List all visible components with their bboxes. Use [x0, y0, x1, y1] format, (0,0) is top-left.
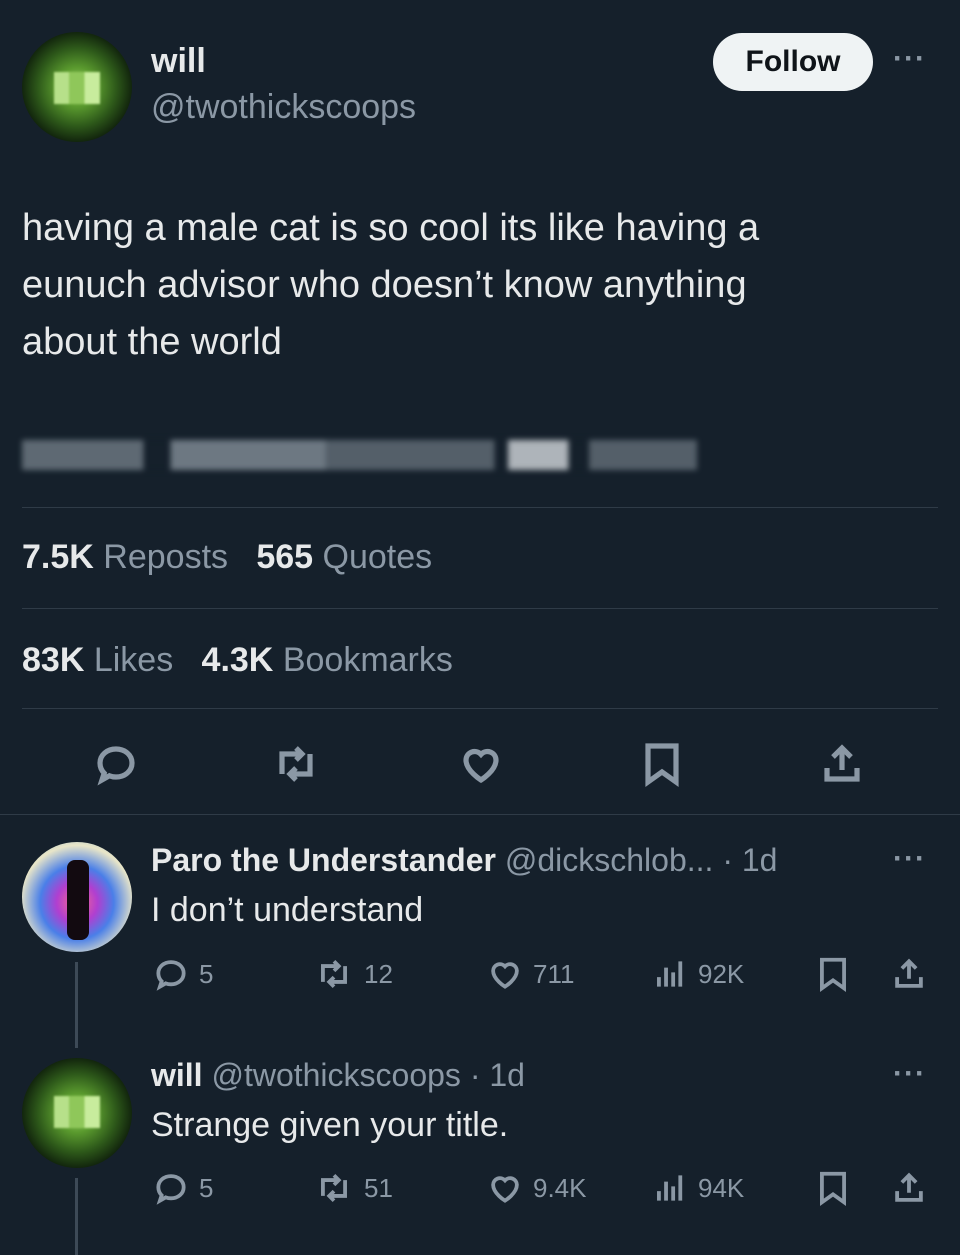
likes-label[interactable]: Likes — [94, 641, 173, 679]
reply-header: Paro the Understander @dickschlob... · 1… — [151, 842, 777, 879]
bookmarks-count[interactable]: 4.3K — [202, 641, 274, 679]
repost-icon[interactable] — [270, 740, 322, 793]
view-count: 94K — [698, 1172, 745, 1203]
author-handle[interactable]: @twothickscoops — [151, 88, 416, 127]
reply-like-button[interactable]: 9.4K — [485, 1169, 587, 1207]
repost-count: 12 — [364, 958, 393, 989]
reply-author-handle[interactable]: @dickschlob... — [505, 842, 714, 878]
share-icon — [895, 958, 923, 988]
stats-row-likes: 83K Likes 4.3K Bookmarks — [22, 641, 453, 680]
reply-icon — [156, 1174, 186, 1205]
reply-author-handle[interactable]: @twothickscoops — [211, 1057, 460, 1093]
divider — [22, 608, 938, 609]
like-icon — [491, 1176, 519, 1203]
quotes-label[interactable]: Quotes — [323, 538, 433, 576]
stats-row-reposts: 7.5K Reposts 565 Quotes — [22, 538, 432, 577]
like-count: 711 — [533, 958, 575, 989]
reply-reply-button[interactable]: 5 — [151, 1169, 213, 1207]
reposts-count[interactable]: 7.5K — [22, 538, 94, 576]
reply-avatar[interactable] — [22, 1058, 132, 1168]
thread-line — [75, 1178, 78, 1255]
follow-button[interactable]: Follow — [713, 33, 873, 91]
reply-views-button[interactable]: 94K — [650, 1169, 744, 1207]
views-icon — [657, 961, 683, 987]
repost-count: 51 — [364, 1172, 393, 1203]
divider — [22, 708, 938, 709]
share-icon — [895, 1172, 923, 1202]
author-avatar[interactable] — [22, 32, 132, 142]
blurred-timestamp — [22, 440, 697, 470]
reply-icon — [156, 960, 186, 991]
reply-repost-button[interactable]: 12 — [312, 955, 393, 993]
reply-timestamp[interactable]: · 1d — [470, 1057, 525, 1093]
author-name[interactable]: will — [151, 42, 206, 81]
reply-avatar[interactable] — [22, 842, 132, 952]
repost-icon — [321, 1173, 347, 1203]
reply-count: 5 — [199, 1172, 214, 1203]
like-count: 9.4K — [533, 1172, 587, 1203]
likes-count[interactable]: 83K — [22, 641, 84, 679]
reposts-label[interactable]: Reposts — [103, 538, 228, 576]
divider — [22, 507, 938, 508]
more-options-icon[interactable]: ··· — [893, 1057, 926, 1091]
thread-line — [75, 962, 78, 1048]
like-icon[interactable] — [456, 740, 506, 793]
reply-count: 5 — [199, 958, 214, 989]
like-icon — [491, 962, 519, 989]
share-icon[interactable] — [818, 740, 866, 793]
quotes-count[interactable]: 565 — [256, 538, 313, 576]
bookmark-icon[interactable] — [640, 740, 684, 793]
more-options-icon[interactable]: ··· — [893, 842, 926, 876]
view-count: 92K — [698, 958, 745, 989]
more-options-icon[interactable]: ··· — [893, 42, 926, 76]
reply-timestamp[interactable]: · 1d — [722, 842, 777, 878]
tweet-text: having a male cat is so cool its like ha… — [22, 200, 922, 371]
reply-header: will @twothickscoops · 1d — [151, 1057, 525, 1094]
reply-text: I don’t understand — [151, 891, 424, 929]
tweet-text-line: about the world — [22, 321, 282, 363]
reply-share-button[interactable] — [890, 955, 928, 993]
tweet-text-line: eunuch advisor who doesn’t know anything — [22, 264, 747, 306]
reply-views-button[interactable]: 92K — [650, 955, 744, 993]
reply-like-button[interactable]: 711 — [485, 955, 574, 993]
divider — [0, 814, 960, 815]
bookmark-icon — [820, 957, 846, 992]
tweet-text-line: having a male cat is so cool its like ha… — [22, 207, 760, 249]
reply-text: Strange given your title. — [151, 1106, 509, 1144]
reply-author-name[interactable]: Paro the Understander — [151, 842, 496, 878]
reply-reply-button[interactable]: 5 — [151, 955, 213, 993]
reply-icon[interactable] — [92, 740, 140, 793]
repost-icon — [321, 959, 347, 989]
reply-author-name[interactable]: will — [151, 1057, 203, 1093]
reply-bookmark-button[interactable] — [815, 1169, 851, 1207]
bookmarks-label[interactable]: Bookmarks — [283, 641, 453, 679]
reply-repost-button[interactable]: 51 — [312, 1169, 393, 1207]
reply-share-button[interactable] — [890, 1169, 928, 1207]
reply-bookmark-button[interactable] — [815, 955, 851, 993]
bookmark-icon — [820, 1171, 846, 1206]
views-icon — [657, 1175, 683, 1201]
